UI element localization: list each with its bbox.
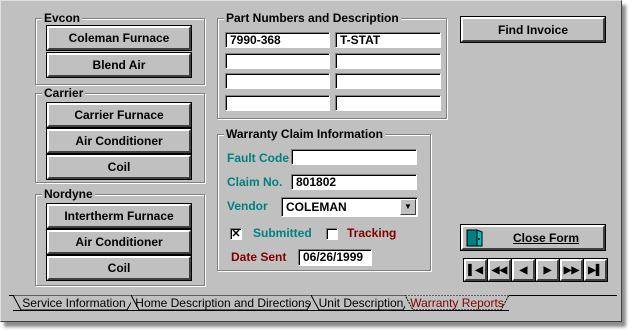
next-page-button[interactable]: ▶▶ <box>560 259 583 281</box>
carrier-coil-button[interactable]: Coil <box>47 155 191 179</box>
tab-unit-description-label: Unit Description <box>318 296 404 310</box>
submitted-label: Submitted <box>253 226 312 240</box>
part-number-field[interactable] <box>225 53 330 69</box>
tracking-label: Tracking <box>347 226 397 240</box>
previous-record-button[interactable]: ◀ <box>512 259 535 281</box>
intertherm-furnace-button[interactable]: Intertherm Furnace <box>47 204 191 228</box>
door-exit-icon <box>465 228 485 248</box>
next-page-icon: ▶▶ <box>563 264 580 276</box>
chevron-down-icon[interactable]: ▼ <box>400 199 416 215</box>
nordyne-group-title: Nordyne <box>42 187 95 201</box>
submitted-checkbox[interactable]: ✕ <box>230 228 242 240</box>
part-number-field[interactable]: 7990-368 <box>225 32 330 48</box>
nordyne-coil-button[interactable]: Coil <box>47 256 191 280</box>
part-numbers-group-title: Part Numbers and Description <box>224 11 401 25</box>
tab-unit-description[interactable]: Unit Description <box>311 295 411 311</box>
previous-page-button[interactable]: ◀◀ <box>488 259 511 281</box>
part-description-field[interactable] <box>335 73 441 89</box>
claim-no-label: Claim No. <box>227 175 283 189</box>
carrier-air-conditioner-button[interactable]: Air Conditioner <box>47 129 191 153</box>
date-sent-field[interactable]: 06/26/1999 <box>298 249 372 266</box>
tab-service-information-label: Service Information <box>22 296 126 310</box>
fault-code-label: Fault Code <box>227 151 289 165</box>
vendor-select-value: COLEMAN <box>286 200 347 214</box>
vendor-select[interactable]: COLEMAN ▼ <box>281 197 418 217</box>
claim-no-field[interactable]: 801802 <box>291 174 417 190</box>
part-number-field[interactable] <box>225 73 330 89</box>
tab-warranty-reports-label: Warranty Reports <box>410 296 504 310</box>
date-sent-label: Date Sent <box>231 250 287 264</box>
tab-home-description-label: Home Description and Directions <box>135 296 311 310</box>
form-window: Evcon Coleman Furnace Blend Air Carrier … <box>0 0 622 322</box>
part-description-field[interactable] <box>335 53 441 69</box>
part-description-field[interactable] <box>335 95 441 111</box>
previous-record-icon: ◀ <box>519 264 528 276</box>
fault-code-field[interactable] <box>291 149 417 165</box>
blend-air-button[interactable]: Blend Air <box>47 53 191 77</box>
first-record-button[interactable]: ▌◀ <box>464 259 487 281</box>
close-form-label: Close Form <box>513 230 580 245</box>
find-invoice-button[interactable]: Find Invoice <box>461 17 605 42</box>
tracking-checkbox[interactable] <box>326 228 338 240</box>
warranty-claim-group-title: Warranty Claim Information <box>224 127 385 141</box>
coleman-furnace-button[interactable]: Coleman Furnace <box>47 26 191 50</box>
last-record-button[interactable]: ▶▌ <box>584 259 607 281</box>
part-description-field[interactable]: T-STAT <box>335 32 441 48</box>
nordyne-air-conditioner-button[interactable]: Air Conditioner <box>47 230 191 254</box>
evcon-group-title: Evcon <box>42 11 83 25</box>
tab-service-information[interactable]: Service Information <box>13 295 135 311</box>
carrier-furnace-button[interactable]: Carrier Furnace <box>47 103 191 127</box>
tab-warranty-reports[interactable]: Warranty Reports <box>405 295 509 311</box>
last-record-icon: ▶▌ <box>588 264 603 276</box>
previous-page-icon: ◀◀ <box>491 264 508 276</box>
next-record-icon: ▶ <box>543 264 552 276</box>
vendor-label: Vendor <box>227 199 268 213</box>
next-record-button[interactable]: ▶ <box>536 259 559 281</box>
tab-home-description[interactable]: Home Description and Directions <box>131 295 315 311</box>
carrier-group-title: Carrier <box>42 86 86 100</box>
close-form-button[interactable]: Close Form <box>461 225 605 250</box>
part-number-field[interactable] <box>225 95 330 111</box>
first-record-icon: ▌◀ <box>468 264 483 276</box>
